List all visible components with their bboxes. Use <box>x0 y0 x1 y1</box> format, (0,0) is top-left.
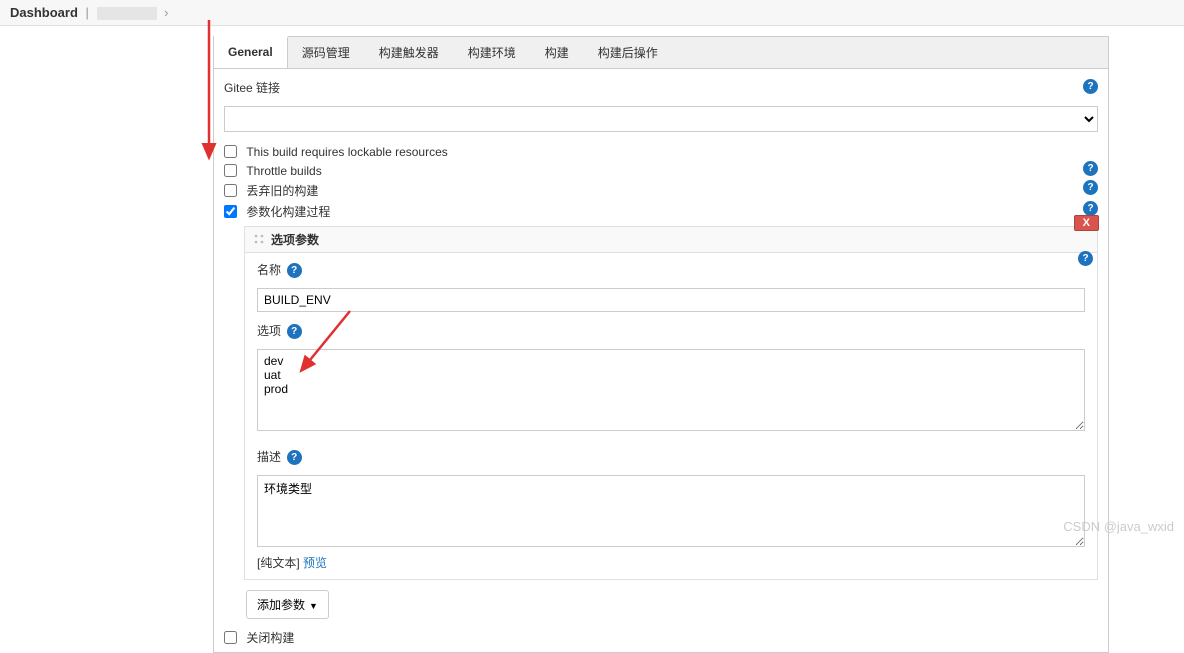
breadcrumb-dashboard[interactable]: Dashboard <box>10 5 78 20</box>
checkbox-close[interactable] <box>224 631 237 644</box>
tab-post[interactable]: 构建后操作 <box>584 37 673 68</box>
checkbox-lockable-label: This build requires lockable resources <box>246 145 447 159</box>
gitee-label: Gitee 链接 <box>224 79 280 96</box>
tab-triggers[interactable]: 构建触发器 <box>365 37 454 68</box>
checkbox-throttle-label: Throttle builds <box>246 164 321 178</box>
checkbox-close-row: 关闭构建 <box>224 627 1098 648</box>
param-options-textarea[interactable] <box>257 349 1085 431</box>
tab-general[interactable]: General <box>214 36 288 68</box>
help-icon[interactable]: ? <box>1083 79 1098 94</box>
tabs-bar: General 源码管理 构建触发器 构建环境 构建 构建后操作 <box>213 36 1109 69</box>
plain-text-row: [纯文本] 预览 <box>257 554 1085 571</box>
gitee-row: Gitee 链接 ? <box>224 79 1098 100</box>
param-options-label: 选项 <box>257 322 281 339</box>
breadcrumb-sep-2: › <box>164 5 168 20</box>
param-name-label: 名称 <box>257 261 281 278</box>
checkbox-parameterized-label: 参数化构建过程 <box>246 205 330 219</box>
param-block: X ? 选项参数 名称 ? 选项 ? <box>244 226 1098 580</box>
checkbox-lockable[interactable] <box>224 145 237 158</box>
checkbox-discard-row: 丢弃旧的构建 ? <box>224 180 1098 201</box>
checkbox-throttle[interactable] <box>224 164 237 177</box>
param-header-label: 选项参数 <box>271 231 319 248</box>
watermark: CSDN @java_wxid <box>1063 519 1174 534</box>
checkbox-lockable-row: This build requires lockable resources <box>224 142 1098 161</box>
checkbox-discard-label: 丢弃旧的构建 <box>246 184 318 198</box>
param-desc-textarea[interactable] <box>257 475 1085 547</box>
checkbox-close-label: 关闭构建 <box>246 631 294 645</box>
gitee-select[interactable] <box>224 106 1098 132</box>
checkbox-discard[interactable] <box>224 184 237 197</box>
tab-scm[interactable]: 源码管理 <box>288 37 365 68</box>
delete-param-button[interactable]: X <box>1074 215 1099 231</box>
param-desc-label: 描述 <box>257 448 281 465</box>
param-header: 选项参数 <box>245 227 1097 253</box>
help-icon[interactable]: ? <box>287 324 302 339</box>
breadcrumb-sep: | <box>86 5 89 20</box>
checkbox-parameterized-row: 参数化构建过程 ? <box>224 201 1098 222</box>
param-name-input[interactable] <box>257 288 1085 312</box>
plaintext-prefix: [纯文本] <box>257 556 300 570</box>
help-icon[interactable]: ? <box>1083 180 1098 195</box>
chevron-down-icon: ▼ <box>309 601 318 611</box>
checkbox-throttle-row: Throttle builds ? <box>224 161 1098 180</box>
drag-handle-icon[interactable] <box>253 233 265 245</box>
preview-link[interactable]: 预览 <box>303 556 327 570</box>
help-icon[interactable]: ? <box>287 450 302 465</box>
checkbox-parameterized[interactable] <box>224 205 237 218</box>
help-icon[interactable]: ? <box>287 263 302 278</box>
breadcrumb-job[interactable] <box>97 7 157 20</box>
help-icon[interactable]: ? <box>1083 161 1098 176</box>
breadcrumb: Dashboard | › <box>0 0 1184 26</box>
add-param-label: 添加参数 <box>257 598 305 612</box>
tab-build[interactable]: 构建 <box>531 37 584 68</box>
tab-env[interactable]: 构建环境 <box>454 37 531 68</box>
add-param-button[interactable]: 添加参数 ▼ <box>246 590 329 619</box>
help-icon[interactable]: ? <box>1083 201 1098 216</box>
